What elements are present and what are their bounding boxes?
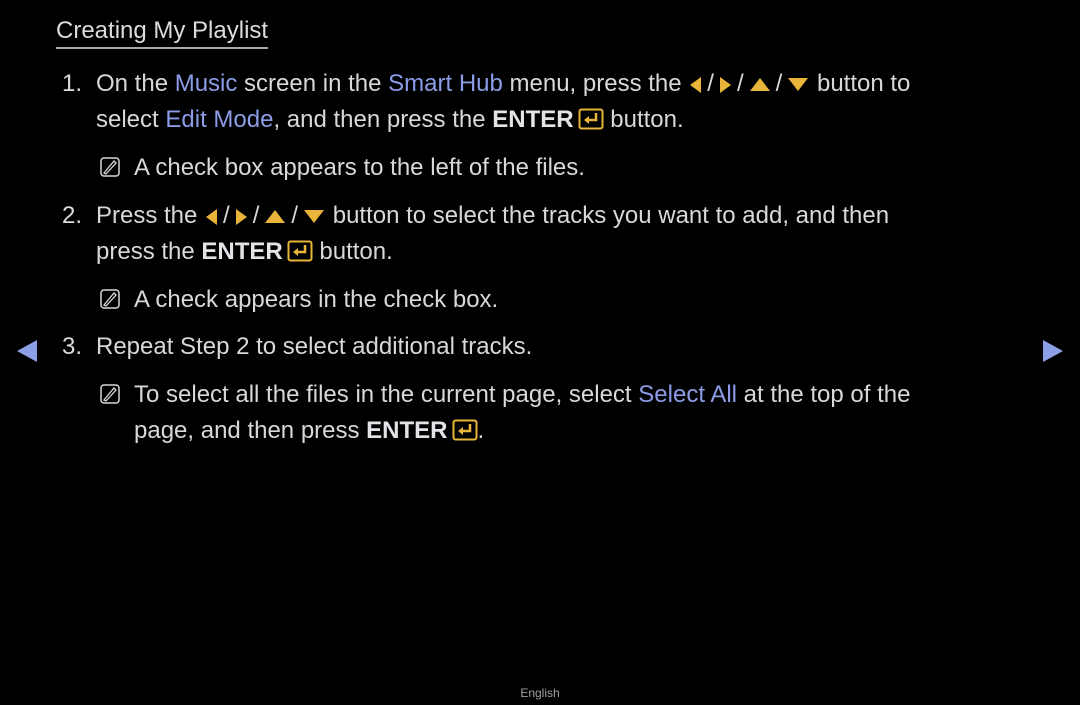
section-title: Creating My Playlist	[56, 17, 269, 49]
note-text: A check appears in the check box.	[134, 286, 499, 313]
note-icon	[100, 288, 120, 309]
text: button to select the tracks you want to …	[326, 202, 890, 229]
up-arrow-icon	[265, 210, 286, 224]
text: page, and then press	[134, 417, 367, 444]
right-arrow-icon	[719, 76, 731, 93]
text: Press the	[96, 202, 205, 229]
step-3-note-line-2: page, and then press ENTER.	[134, 416, 484, 446]
text: screen in the	[237, 70, 389, 97]
note-text: A check box appears to the left of the f…	[134, 154, 585, 181]
text: select	[96, 106, 166, 133]
note-icon	[100, 383, 120, 404]
step-number: 1.	[62, 70, 83, 97]
edit-mode-highlight: Edit Mode	[165, 106, 274, 133]
note-icon	[100, 156, 120, 177]
step-1-line-1: On the Music screen in the Smart Hub men…	[96, 69, 910, 99]
text: button.	[603, 106, 684, 133]
smart-hub-highlight: Smart Hub	[388, 70, 503, 97]
separator: /	[291, 202, 299, 229]
text: To select all the files in the current p…	[134, 381, 639, 408]
select-all-highlight: Select All	[638, 381, 737, 408]
separator: /	[775, 70, 783, 97]
step-3-line-1: Repeat Step 2 to select additional track…	[96, 332, 532, 362]
text: at the top of the	[737, 381, 911, 408]
text: Repeat Step 2 to select additional track…	[96, 333, 533, 360]
left-arrow-icon	[690, 76, 702, 93]
left-arrow-icon	[206, 208, 218, 225]
step-2-note: A check appears in the check box.	[100, 285, 498, 315]
step-number: 2.	[62, 202, 83, 229]
enter-icon	[578, 108, 604, 130]
separator: /	[736, 70, 744, 97]
music-highlight: Music	[174, 70, 238, 97]
step-3-note-line-1: To select all the files in the current p…	[100, 380, 910, 410]
text: .	[477, 417, 485, 444]
text: On the	[96, 70, 175, 97]
enter-label: ENTER	[201, 238, 283, 265]
text: press the	[96, 238, 202, 265]
enter-icon	[452, 419, 478, 441]
separator: /	[252, 202, 260, 229]
step-2-line-2: press the ENTER button.	[96, 237, 393, 267]
step-1-line-2: select Edit Mode, and then press the ENT…	[96, 105, 684, 135]
text: , and then press the	[273, 106, 493, 133]
enter-icon	[287, 240, 313, 262]
separator: /	[223, 202, 230, 229]
text: button.	[312, 238, 393, 265]
text: button to	[810, 70, 911, 97]
language-label: English	[520, 686, 560, 700]
right-arrow-icon	[235, 208, 247, 225]
step-number: 3.	[62, 333, 83, 360]
enter-label: ENTER	[366, 417, 448, 444]
text: menu, press the	[502, 70, 689, 97]
down-arrow-icon	[304, 210, 325, 224]
next-page-arrow-icon[interactable]	[1043, 340, 1063, 362]
step-2-line-1: Press the / / / button to select the track…	[96, 201, 889, 231]
step-1-note: A check box appears to the left of the f…	[100, 153, 585, 183]
previous-page-arrow-icon[interactable]	[17, 340, 37, 362]
up-arrow-icon	[749, 78, 770, 92]
enter-label: ENTER	[492, 106, 574, 133]
down-arrow-icon	[788, 78, 809, 92]
separator: /	[707, 70, 714, 97]
